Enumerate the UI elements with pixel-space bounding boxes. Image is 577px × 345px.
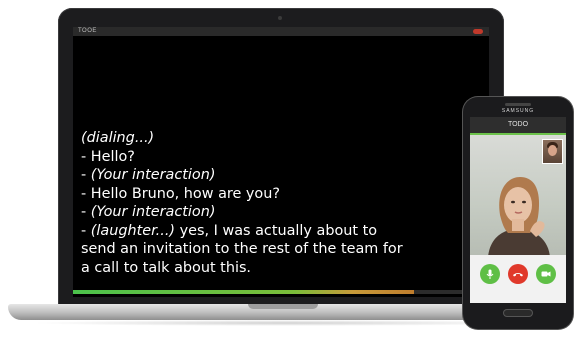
phone-brand: SAMSUNG	[501, 108, 535, 114]
microphone-icon	[486, 269, 494, 279]
line-dash: -	[81, 167, 91, 183]
line-text: yes, I was actually about to	[175, 222, 378, 239]
app-brand: TOOE	[78, 28, 97, 34]
transcript-line: - (Your interaction)	[81, 166, 476, 185]
caller-video-image	[488, 177, 550, 257]
transcript-line: - Hello Bruno, how are you?	[81, 185, 280, 202]
video-camera-icon	[541, 271, 551, 277]
laptop-screen: TOOE (dialing...) - Hello? - (Your inter…	[73, 27, 489, 297]
smartphone: SAMSUNG TODO	[463, 97, 573, 329]
transcript-line: - (laughter...) yes, I was actually abou…	[81, 222, 476, 241]
hang-up-button[interactable]	[508, 264, 528, 284]
call-progress-bar	[73, 290, 489, 294]
phone-speaker	[505, 103, 531, 106]
laptop-shadow	[30, 320, 540, 326]
transcript-line: (dialing...)	[81, 130, 155, 146]
phone-home-button[interactable]	[503, 309, 533, 317]
line-dash: -	[81, 204, 91, 220]
your-interaction-prompt: (Your interaction)	[90, 204, 216, 220]
your-interaction-prompt: (Your interaction)	[90, 167, 216, 183]
webcam-icon	[278, 16, 282, 20]
remote-video	[470, 135, 566, 257]
transcript-line: send an invitation to the rest of the te…	[81, 241, 403, 257]
self-view-video	[542, 139, 563, 164]
app-title-bar: TOOE	[73, 27, 489, 36]
mute-button[interactable]	[480, 264, 500, 284]
transcript-line: - (Your interaction)	[81, 203, 476, 222]
video-toggle-button[interactable]	[536, 264, 556, 284]
call-controls	[470, 255, 566, 303]
transcript-line: - Hello?	[81, 148, 135, 165]
line-dash: -	[81, 222, 91, 239]
call-progress-fill	[73, 290, 415, 294]
phone-screen: TODO	[470, 117, 566, 303]
laughter-cue: (laughter...)	[90, 222, 176, 239]
end-call-indicator[interactable]	[473, 29, 483, 34]
call-transcript: (dialing...) - Hello? - (Your interactio…	[81, 129, 476, 277]
phone-app-title: TODO	[470, 117, 566, 133]
laptop: TOOE (dialing...) - Hello? - (Your inter…	[58, 8, 504, 308]
transcript-line: a call to talk about this.	[81, 259, 252, 276]
laptop-hinge-notch	[248, 304, 318, 309]
phone-hang-up-icon	[513, 273, 523, 277]
self-view-face	[548, 145, 557, 156]
